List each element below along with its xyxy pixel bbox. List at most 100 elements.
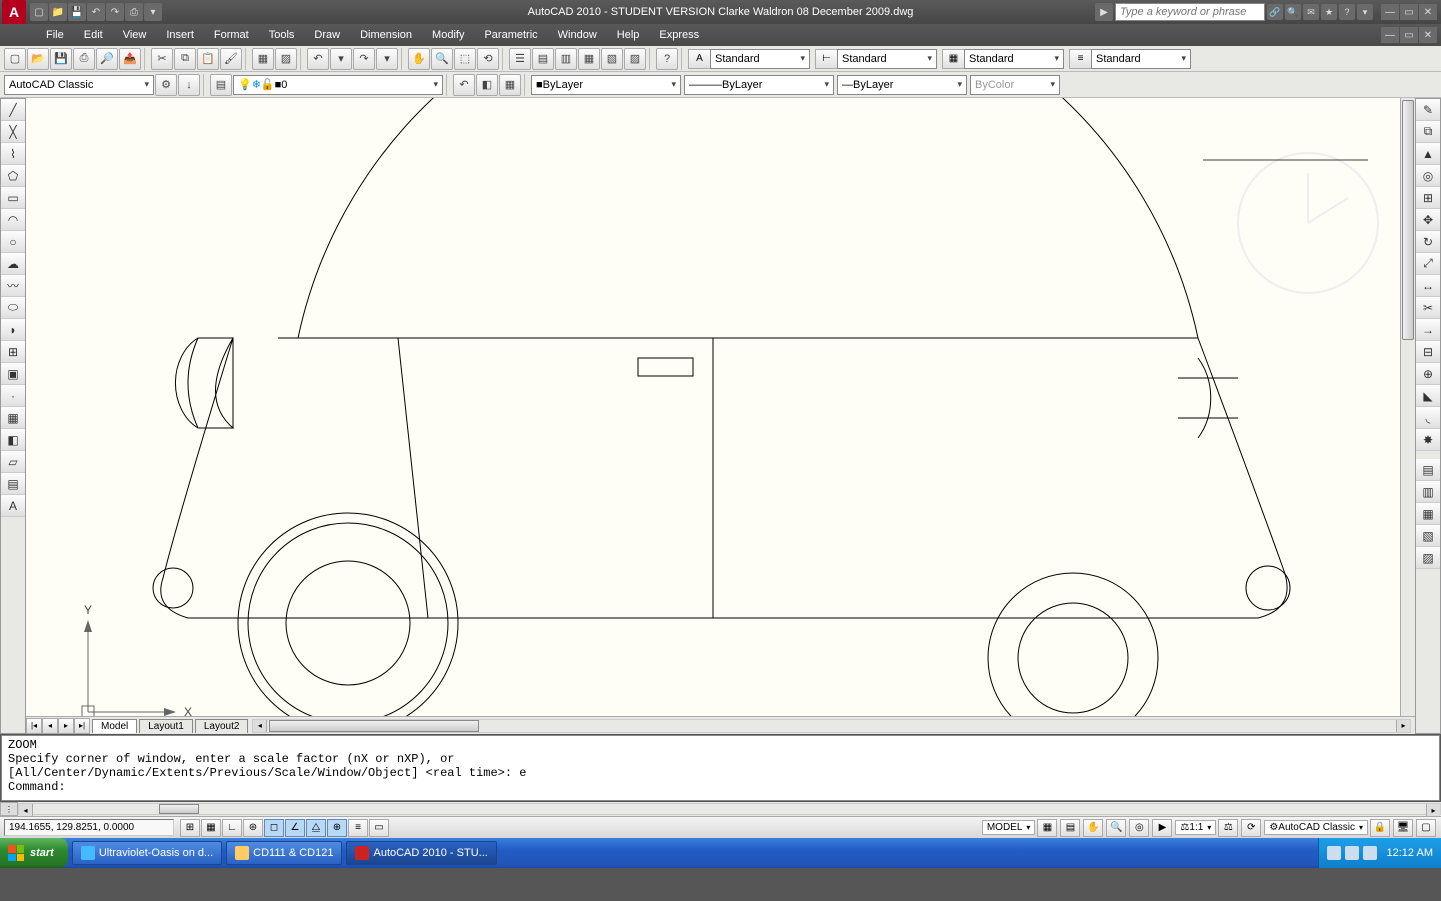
erase-icon[interactable]: ✎ <box>1416 99 1440 121</box>
drawing-canvas[interactable]: X Y <box>26 98 1400 716</box>
textstyle-icon[interactable]: A <box>688 49 710 69</box>
hardware-icon[interactable]: 🖥 <box>1393 819 1413 837</box>
menu-modify[interactable]: Modify <box>422 26 474 44</box>
tab-model[interactable]: Model <box>92 719 137 733</box>
pan2-icon[interactable]: ✋ <box>1083 819 1103 837</box>
osnap-toggle[interactable]: ◻ <box>264 819 284 837</box>
tray-icon-1[interactable] <box>1327 846 1341 860</box>
ws-save-icon[interactable]: ↓ <box>178 74 200 96</box>
taskbar-item-2[interactable]: CD111 & CD121 <box>226 841 342 865</box>
menu-format[interactable]: Format <box>204 26 259 44</box>
p4-icon[interactable]: ▧ <box>1416 525 1440 547</box>
tab-layout2[interactable]: Layout2 <box>195 719 249 733</box>
rectangle-icon[interactable]: ▭ <box>1 187 25 209</box>
preview-icon[interactable]: 🔎 <box>96 48 118 70</box>
taskbar-item-1[interactable]: Ultraviolet-Oasis on d... <box>72 841 222 865</box>
cmd-hscroll-right[interactable]: ▸ <box>1426 804 1440 816</box>
menu-edit[interactable]: Edit <box>74 26 113 44</box>
search-icon[interactable]: 🔍 <box>1285 4 1301 20</box>
chamfer-icon[interactable]: ◣ <box>1416 385 1440 407</box>
match-icon[interactable]: 🖌 <box>220 48 242 70</box>
mtext-icon[interactable]: A <box>1 495 25 517</box>
ws-settings-icon[interactable]: ⚙ <box>155 74 177 96</box>
p1-icon[interactable]: ▤ <box>1416 459 1440 481</box>
annoauto-icon[interactable]: ⟳ <box>1241 819 1261 837</box>
block2-icon[interactable]: ▨ <box>275 48 297 70</box>
line-icon[interactable]: ╱ <box>1 99 25 121</box>
offset-icon[interactable]: ◎ <box>1416 165 1440 187</box>
qat-undo-icon[interactable]: ↶ <box>87 3 105 21</box>
taskbar-item-3[interactable]: AutoCAD 2010 - STU... <box>346 841 496 865</box>
search-go-icon[interactable]: ▶ <box>1095 3 1113 21</box>
dimstyle-dropdown[interactable]: Standard <box>837 49 937 69</box>
polar-toggle[interactable]: ⊛ <box>243 819 263 837</box>
tool-pal-icon[interactable]: ▥ <box>555 48 577 70</box>
ellipse-icon[interactable]: ⬭ <box>1 297 25 319</box>
circle-icon[interactable]: ○ <box>1 231 25 253</box>
pan-icon[interactable]: ✋ <box>408 48 430 70</box>
undo-drop-icon[interactable]: ▾ <box>330 48 352 70</box>
gradient-icon[interactable]: ◧ <box>1 429 25 451</box>
insert-icon[interactable]: ⊞ <box>1 341 25 363</box>
tab-last-icon[interactable]: ▸| <box>74 718 90 734</box>
menu-tools[interactable]: Tools <box>259 26 305 44</box>
tab-prev-icon[interactable]: ◂ <box>42 718 58 734</box>
table-icon[interactable]: ▤ <box>1 473 25 495</box>
doc-minimize-button[interactable]: — <box>1381 27 1399 43</box>
mirror-icon[interactable]: ▲ <box>1416 143 1440 165</box>
help2-icon[interactable]: ? <box>656 48 678 70</box>
qat-dropdown-icon[interactable]: ▾ <box>144 3 162 21</box>
dyn-toggle[interactable]: ⊕ <box>327 819 347 837</box>
maximize-button[interactable]: ▭ <box>1400 4 1418 20</box>
cmd-hscroll-left[interactable]: ◂ <box>19 804 33 816</box>
quickview-layouts-icon[interactable]: ▦ <box>1037 819 1057 837</box>
minimize-button[interactable]: — <box>1381 4 1399 20</box>
snap-toggle[interactable]: ⊞ <box>180 819 200 837</box>
menu-dimension[interactable]: Dimension <box>350 26 422 44</box>
block-make-icon[interactable]: ▣ <box>1 363 25 385</box>
paste-icon[interactable]: 📋 <box>197 48 219 70</box>
array-icon[interactable]: ⊞ <box>1416 187 1440 209</box>
markup-icon[interactable]: ▧ <box>601 48 623 70</box>
revcloud-icon[interactable]: ☁ <box>1 253 25 275</box>
cmd-grip-icon[interactable]: ⋮ <box>0 802 18 816</box>
qat-print-icon[interactable]: ⎙ <box>125 3 143 21</box>
join-icon[interactable]: ⊕ <box>1416 363 1440 385</box>
p5-icon[interactable]: ▨ <box>1416 547 1440 569</box>
point-icon[interactable]: · <box>1 385 25 407</box>
pline-icon[interactable]: ⌇ <box>1 143 25 165</box>
menu-insert[interactable]: Insert <box>156 26 204 44</box>
annovis-icon[interactable]: ⚖ <box>1218 819 1238 837</box>
zoom2-icon[interactable]: 🔍 <box>1106 819 1126 837</box>
stretch-icon[interactable]: ↔ <box>1416 275 1440 297</box>
help-dropdown-icon[interactable]: ▾ <box>1357 4 1373 20</box>
mlstyle-icon[interactable]: ≡ <box>1069 49 1091 69</box>
app-logo[interactable] <box>2 0 26 24</box>
favorite-icon[interactable]: ★ <box>1321 4 1337 20</box>
props-icon[interactable]: ☰ <box>509 48 531 70</box>
save-icon[interactable]: 💾 <box>50 48 72 70</box>
help-icon[interactable]: ? <box>1339 4 1355 20</box>
spline-icon[interactable]: 〰 <box>1 275 25 297</box>
menu-draw[interactable]: Draw <box>304 26 350 44</box>
qat-open-icon[interactable]: 📁 <box>49 3 67 21</box>
menu-file[interactable]: File <box>36 26 74 44</box>
search-input[interactable] <box>1115 3 1265 21</box>
ellipsearc-icon[interactable]: ◗ <box>1 319 25 341</box>
layer-state-icon[interactable]: ▦ <box>499 74 521 96</box>
plotstyle-dropdown[interactable]: — ByLayer <box>837 75 967 95</box>
copy-icon[interactable]: ⧉ <box>174 48 196 70</box>
sheet-icon[interactable]: ▦ <box>578 48 600 70</box>
scale-icon[interactable]: ⤢ <box>1416 253 1440 275</box>
coordinates-display[interactable]: 194.1655, 129.8251, 0.0000 <box>4 819 174 836</box>
break-icon[interactable]: ⊟ <box>1416 341 1440 363</box>
p2-icon[interactable]: ▥ <box>1416 481 1440 503</box>
rotate-icon[interactable]: ↻ <box>1416 231 1440 253</box>
redo-icon[interactable]: ↷ <box>353 48 375 70</box>
region-icon[interactable]: ▱ <box>1 451 25 473</box>
menu-window[interactable]: Window <box>548 26 607 44</box>
layer-dropdown[interactable]: 💡❄🔓■ 0 <box>233 75 443 95</box>
extend-icon[interactable]: → <box>1416 319 1440 341</box>
publish-icon[interactable]: 📤 <box>119 48 141 70</box>
comm-icon[interactable]: ✉ <box>1303 4 1319 20</box>
